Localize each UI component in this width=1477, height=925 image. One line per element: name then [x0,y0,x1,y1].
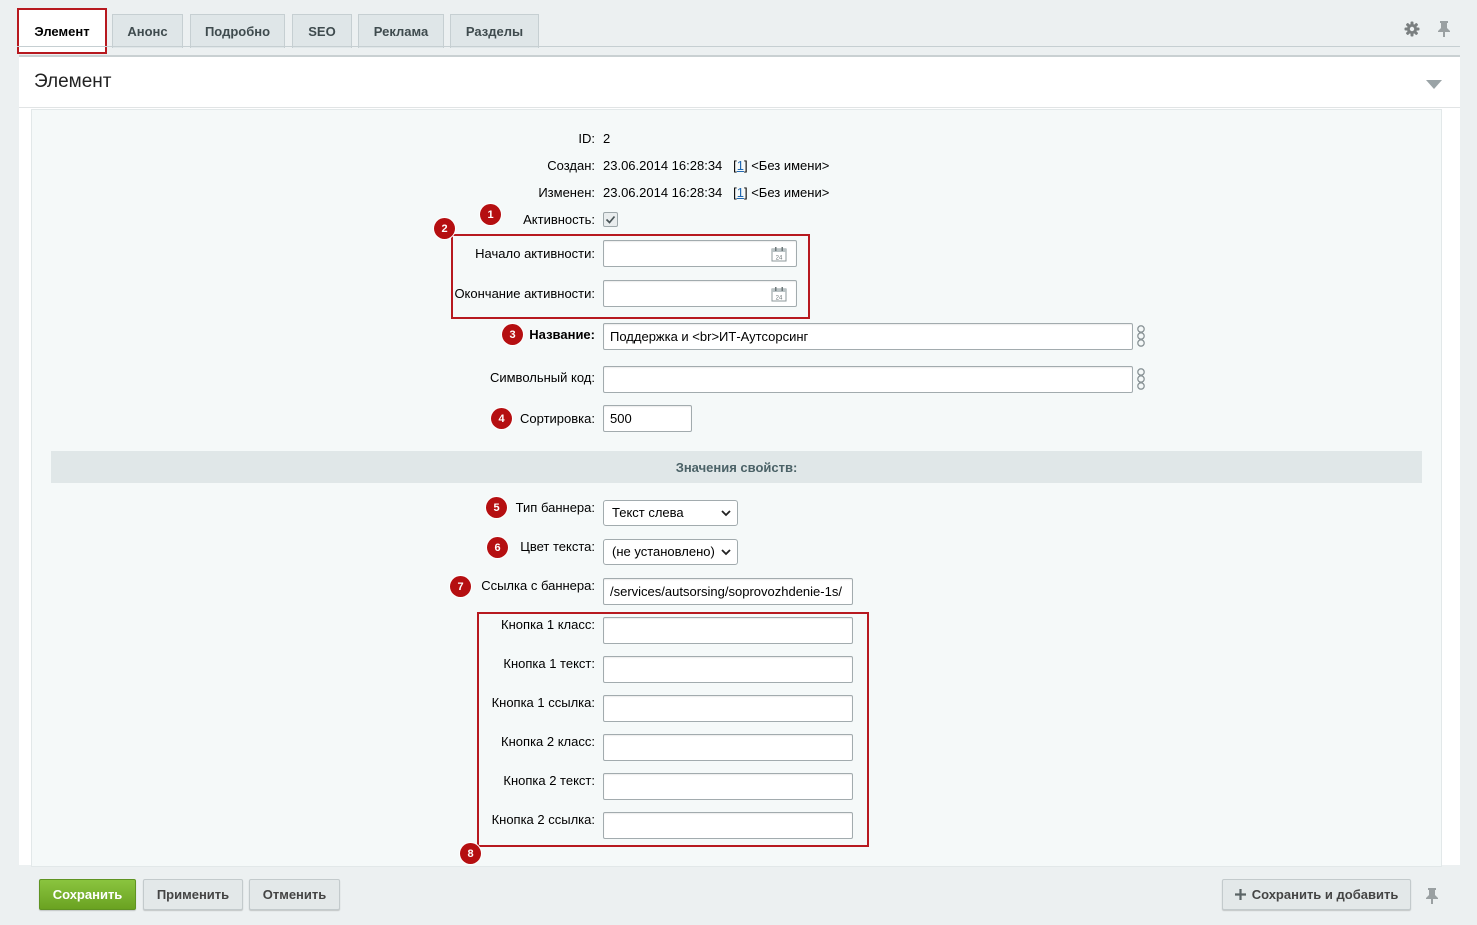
transliterate-link-icon[interactable] [1135,367,1147,391]
text-color-select[interactable]: (не установлено) [603,539,738,565]
annotation-badge: 8 [460,843,481,864]
properties-section-header: Значения свойств: [51,451,1422,483]
transliterate-link-icon[interactable] [1135,324,1147,348]
plus-icon [1234,889,1246,900]
banner-type-select[interactable]: Текст слева [603,500,738,526]
pin-icon[interactable] [1437,20,1455,38]
save-and-add-label: Сохранить и добавить [1251,887,1399,902]
modified-user-name: <Без имени> [751,185,830,200]
highlight-box-buttons [477,612,869,847]
annotation-badge: 5 [486,497,507,518]
tab-element[interactable]: Элемент [17,8,107,54]
tab-ads[interactable]: Реклама [358,14,444,48]
name-label: Название: [529,327,595,342]
banner-type-label: Тип баннера: [515,500,595,515]
tab-details[interactable]: Подробно [190,14,285,48]
code-input[interactable] [603,366,1133,393]
active-checkbox[interactable] [603,212,618,227]
annotation-badge: 2 [434,218,455,239]
annotation-badge: 6 [487,537,508,558]
banner-type-value: Текст слева [612,505,684,520]
panel-title: Элемент [34,71,112,92]
pin-icon[interactable] [1425,887,1439,905]
collapse-icon[interactable] [1426,78,1442,93]
tab-divider [17,46,1460,47]
id-label: ID: [578,131,595,146]
active-label: Активность: [523,212,595,227]
text-color-label: Цвет текста: [520,539,595,554]
modified-user-link[interactable]: 1 [737,185,744,200]
sort-label: Сортировка: [520,411,595,426]
chevron-down-icon [721,510,731,517]
banner-link-input[interactable]: /services/autsorsing/soprovozhdenie-1s/ [603,578,853,605]
annotation-badge: 1 [480,204,501,225]
annotation-badge: 4 [491,408,512,429]
save-and-add-button[interactable]: Сохранить и добавить [1222,879,1411,910]
tab-seo[interactable]: SEO [292,14,352,48]
annotation-badge: 3 [502,324,523,345]
id-value: 2 [603,131,611,146]
modified-date: 23.06.2014 16:28:34 [603,185,723,200]
created-label: Создан: [547,158,595,173]
created-user-name: <Без имени> [751,158,830,173]
highlight-box-dates [451,234,810,319]
code-label: Символьный код: [489,370,595,385]
apply-button[interactable]: Применить [143,879,243,910]
chevron-down-icon [721,549,731,556]
modified-value: 23.06.2014 16:28:34 [1] <Без имени> [603,185,830,200]
check-icon [605,215,616,224]
banner-link-label: Ссылка с баннера: [481,578,595,593]
created-date: 23.06.2014 16:28:34 [603,158,723,173]
modified-label: Изменен: [538,185,595,200]
name-input[interactable]: Поддержка и <br>ИТ-Аутсорсинг [603,323,1133,350]
created-user-link[interactable]: 1 [737,158,744,173]
tab-sections[interactable]: Разделы [450,14,539,48]
cancel-button[interactable]: Отменить [249,879,340,910]
tab-announce[interactable]: Анонс [112,14,183,48]
gear-icon[interactable] [1403,20,1421,38]
panel-divider [19,107,1460,108]
save-button[interactable]: Сохранить [39,879,136,910]
created-value: 23.06.2014 16:28:34 [1] <Без имени> [603,158,830,173]
annotation-badge: 7 [450,576,471,597]
text-color-value: (не установлено) [612,544,715,559]
sort-input[interactable]: 500 [603,405,692,432]
